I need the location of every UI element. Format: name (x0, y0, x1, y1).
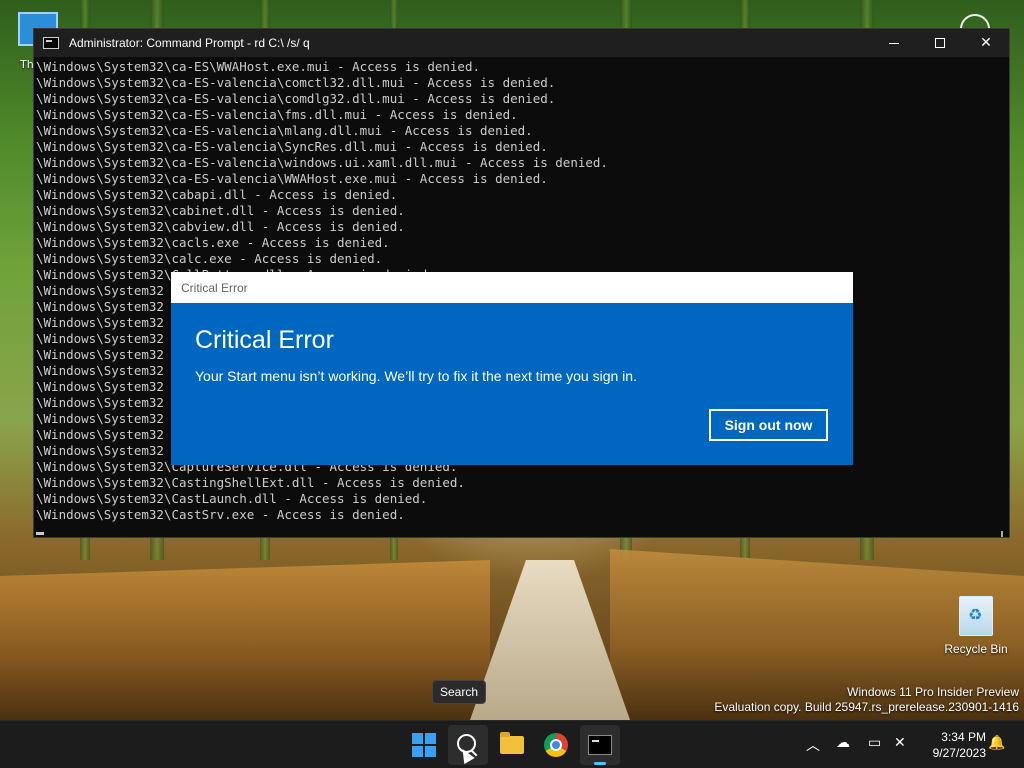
dialog-heading: Critical Error (195, 326, 334, 354)
console-line: \Windows\System32\ca-ES-valencia\SyncRes… (36, 139, 548, 154)
taskbar: ︿ ☁ ▭ ✕ 3:34 PM 9/27/2023 🔔 (0, 720, 1024, 768)
console-line: \Windows\System32\ca-ES-valencia\WWAHost… (36, 171, 548, 186)
console-line: \Windows\System32\ca-ES-valencia\comdlg3… (36, 91, 556, 106)
watermark-edition: Windows 11 Pro Insider Preview (847, 685, 1019, 699)
clock-date: 9/27/2023 (932, 746, 986, 760)
console-scrollbar-thumb[interactable] (1001, 531, 1003, 537)
minimize-button[interactable] (871, 29, 917, 57)
start-button[interactable] (404, 725, 444, 765)
wallpaper-grass-left (0, 560, 490, 720)
terminal-icon (588, 735, 612, 755)
show-hidden-icons-chevron-icon[interactable]: ︿ (806, 735, 820, 755)
onedrive-icon[interactable]: ☁ (836, 735, 850, 751)
search-tooltip: Search (432, 680, 486, 704)
watermark-build: Evaluation copy. Build 25947.rs_prerelea… (714, 700, 1019, 714)
console-line: \Windows\System32\calc.exe - Access is d… (36, 251, 383, 266)
console-line: \Windows\System32\ca-ES\WWAHost.exe.mui … (36, 59, 481, 74)
close-icon: ✕ (980, 35, 992, 51)
console-line: \Windows\System32\CastSrv.exe - Access i… (36, 507, 405, 522)
notifications-bell-icon[interactable]: 🔔 (988, 735, 1005, 751)
folder-icon (500, 732, 524, 754)
recycle-bin-icon (959, 596, 993, 636)
file-explorer-button[interactable] (492, 725, 532, 765)
clock-time: 3:34 PM (941, 730, 986, 744)
console-line: \Windows\System32\ca-ES-valencia\windows… (36, 155, 608, 170)
desktop-icon-recycle-bin[interactable]: Recycle Bin (940, 596, 1012, 656)
close-button[interactable]: ✕ (963, 29, 1009, 57)
console-cursor (36, 532, 44, 535)
command-prompt-button[interactable] (580, 725, 620, 765)
console-line: \Windows\System32\ca-ES-valencia\comctl3… (36, 75, 556, 90)
dialog-message: Your Start menu isn’t working. We’ll try… (195, 368, 637, 384)
windows-logo-icon (412, 733, 436, 757)
running-indicator (594, 762, 606, 765)
console-line: \Windows\System32\cabinet.dll - Access i… (36, 203, 405, 218)
console-line: \Windows\System32\cabapi.dll - Access is… (36, 187, 398, 202)
cmd-titlebar[interactable]: Administrator: Command Prompt - rd C:\ /… (34, 29, 1009, 57)
desktop-icon-this-pc-label: Th (20, 58, 34, 71)
chrome-icon (544, 733, 568, 757)
wallpaper-path (470, 560, 630, 720)
console-line: \Windows\System32\ca-ES-valencia\fms.dll… (36, 107, 518, 122)
taskbar-clock[interactable]: 3:34 PM 9/27/2023 (916, 729, 986, 761)
minimize-icon (889, 42, 899, 44)
dialog-titlebar[interactable]: Critical Error (171, 272, 853, 303)
critical-error-dialog: Critical Error Critical Error Your Start… (171, 272, 853, 465)
maximize-icon (935, 38, 945, 48)
console-line: \Windows\System32\CastingShellExt.dll - … (36, 475, 465, 490)
chrome-button[interactable] (536, 725, 576, 765)
cmd-window-title: Administrator: Command Prompt - rd C:\ /… (69, 36, 310, 50)
sign-out-now-button[interactable]: Sign out now (709, 409, 828, 441)
maximize-button[interactable] (917, 29, 963, 57)
console-line: \Windows\System32\cacls.exe - Access is … (36, 235, 390, 250)
recycle-bin-label: Recycle Bin (944, 642, 1008, 656)
console-line: \Windows\System32\ca-ES-valencia\mlang.d… (36, 123, 533, 138)
volume-muted-icon[interactable]: ✕ (894, 735, 906, 751)
cmd-app-icon (43, 37, 59, 49)
console-line: \Windows\System32\CastLaunch.dll - Acces… (36, 491, 428, 506)
network-icon[interactable]: ▭ (868, 735, 881, 751)
os-watermark: Windows 11 Pro Insider Preview Evaluatio… (714, 685, 1019, 715)
console-line: \Windows\System32\cabview.dll - Access i… (36, 219, 405, 234)
